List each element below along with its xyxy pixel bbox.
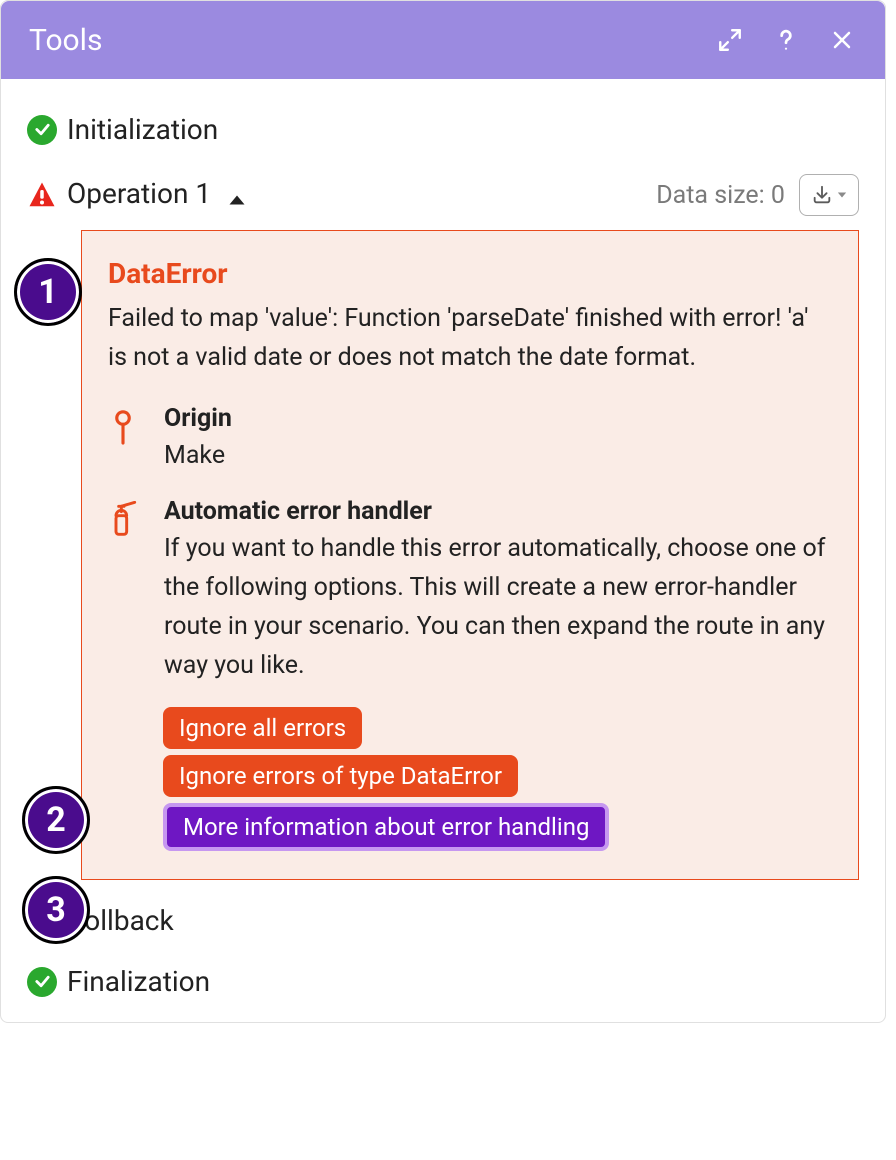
annotation-2: 2 [22,786,90,854]
pin-icon [108,404,144,476]
error-handler-options: Ignore all errors Ignore errors of type … [163,707,832,851]
error-message: Failed to map 'value': Function 'parseDa… [108,300,832,378]
download-icon [811,184,833,206]
header-actions [715,25,857,55]
annotation-3: 3 [22,876,90,944]
handler-text: If you want to handle this error automat… [164,530,832,685]
fire-extinguisher-icon [108,497,144,685]
step-rollback[interactable]: Rollback [27,880,859,951]
download-button[interactable] [799,174,859,216]
step-label: Operation 1 [67,177,656,212]
help-icon[interactable] [771,25,801,55]
step-finalization[interactable]: Finalization [27,951,859,1012]
error-details: DataError Failed to map 'value': Functio… [81,230,859,880]
data-size-label: Data size: 0 [656,181,785,210]
annotation-1: 1 [14,258,82,326]
check-icon [27,967,57,997]
panel-title: Tools [29,23,715,58]
error-origin-section: Origin Make [108,404,832,476]
handler-title: Automatic error handler [164,497,832,526]
more-info-button[interactable]: More information about error handling [163,803,609,851]
origin-label: Origin [164,404,832,433]
expand-icon[interactable] [715,25,745,55]
error-title: DataError [108,257,832,290]
origin-value: Make [164,437,832,476]
check-icon [27,115,57,145]
caret-up-icon [228,180,246,213]
step-operation[interactable]: Operation 1 Data size: 0 [27,160,859,230]
close-icon[interactable] [827,25,857,55]
panel-header: Tools [1,1,885,79]
step-label: Rollback [67,904,859,937]
step-initialization[interactable]: Initialization [27,99,859,160]
ignore-all-errors-button[interactable]: Ignore all errors [163,707,362,749]
tools-panel: Tools [0,0,886,1023]
chevron-down-icon [837,191,847,199]
step-label: Finalization [67,965,859,998]
ignore-type-errors-button[interactable]: Ignore errors of type DataError [163,755,518,797]
error-handler-section: Automatic error handler If you want to h… [108,497,832,685]
panel-body: Initialization Operation 1 Data size: 0 [1,79,885,1022]
warning-icon [27,180,57,210]
step-label: Initialization [67,113,859,146]
